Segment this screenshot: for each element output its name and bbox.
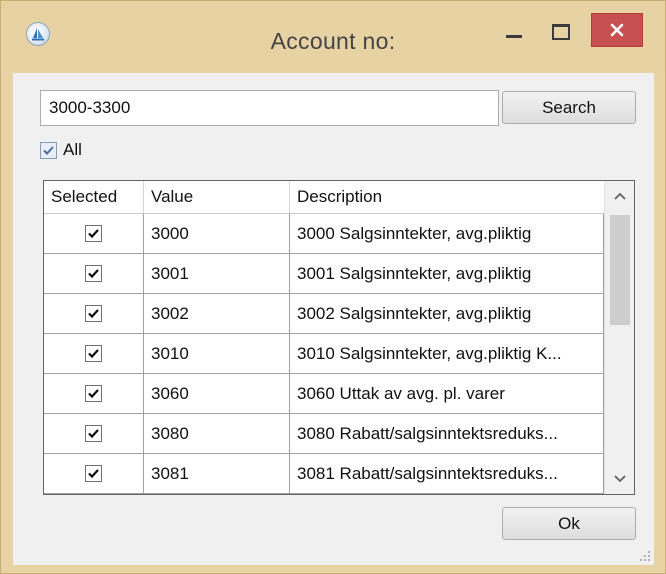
column-header-selected[interactable]: Selected [44, 181, 144, 213]
checkmark-icon [43, 145, 54, 155]
maximize-button[interactable] [541, 15, 581, 49]
row-checkbox[interactable] [85, 425, 102, 442]
row-checkbox[interactable] [85, 465, 102, 482]
table-row[interactable]: 3010 3010 Salgsinntekter, avg.pliktig K.… [44, 334, 604, 374]
checkmark-icon [88, 309, 99, 319]
minimize-icon [506, 34, 522, 38]
selected-cell[interactable] [44, 374, 144, 413]
vertical-scrollbar[interactable] [604, 181, 634, 494]
selected-cell[interactable] [44, 214, 144, 253]
row-checkbox[interactable] [85, 305, 102, 322]
table-row[interactable]: 3081 3081 Rabatt/salgsinntektsreduks... [44, 454, 604, 494]
search-button[interactable]: Search [502, 91, 636, 124]
grid-header: Selected Value Description [44, 181, 604, 214]
checkmark-icon [88, 469, 99, 479]
description-cell: 3002 Salgsinntekter, avg.pliktig [290, 294, 604, 333]
checkmark-icon [88, 229, 99, 239]
value-cell: 3010 [144, 334, 290, 373]
value-cell: 3002 [144, 294, 290, 333]
checkmark-icon [88, 429, 99, 439]
value-cell: 3000 [144, 214, 290, 253]
value-cell: 3060 [144, 374, 290, 413]
description-cell: 3080 Rabatt/salgsinntektsreduks... [290, 414, 604, 453]
selected-cell[interactable] [44, 414, 144, 453]
scrollbar-thumb[interactable] [610, 215, 630, 325]
selected-cell[interactable] [44, 334, 144, 373]
minimize-button[interactable] [494, 15, 534, 49]
search-input[interactable] [40, 90, 499, 126]
description-cell: 3000 Salgsinntekter, avg.pliktig [290, 214, 604, 253]
dialog-body: Search All Selected Value Description [13, 73, 654, 565]
description-cell: 3001 Salgsinntekter, avg.pliktig [290, 254, 604, 293]
table-row[interactable]: 3001 3001 Salgsinntekter, avg.pliktig [44, 254, 604, 294]
close-button[interactable] [591, 13, 643, 47]
resize-grip-icon[interactable] [639, 550, 651, 562]
grid-rows: 3000 3000 Salgsinntekter, avg.pliktig 30… [44, 214, 604, 494]
value-cell: 3081 [144, 454, 290, 493]
table-row[interactable]: 3000 3000 Salgsinntekter, avg.pliktig [44, 214, 604, 254]
account-dialog: Account no: Search All Selected [0, 0, 666, 574]
selected-cell[interactable] [44, 254, 144, 293]
scroll-up-button[interactable] [605, 181, 634, 211]
selected-cell[interactable] [44, 454, 144, 493]
chevron-up-icon [614, 192, 626, 200]
chevron-down-icon [614, 475, 626, 483]
title-bar[interactable]: Account no: [1, 1, 665, 71]
selected-cell[interactable] [44, 294, 144, 333]
value-cell: 3080 [144, 414, 290, 453]
checkmark-icon [88, 349, 99, 359]
row-checkbox[interactable] [85, 385, 102, 402]
column-header-description[interactable]: Description [290, 181, 604, 213]
scroll-down-button[interactable] [605, 464, 634, 494]
column-header-value[interactable]: Value [144, 181, 290, 213]
table-row[interactable]: 3080 3080 Rabatt/salgsinntektsreduks... [44, 414, 604, 454]
all-checkbox-row[interactable]: All [40, 139, 82, 161]
accounts-grid: Selected Value Description 3000 3000 Sal… [43, 180, 635, 495]
value-cell: 3001 [144, 254, 290, 293]
row-checkbox[interactable] [85, 225, 102, 242]
table-row[interactable]: 3002 3002 Salgsinntekter, avg.pliktig [44, 294, 604, 334]
checkmark-icon [88, 269, 99, 279]
all-label: All [63, 140, 82, 159]
all-checkbox[interactable] [40, 141, 57, 159]
close-icon [610, 23, 624, 37]
checkmark-icon [88, 389, 99, 399]
description-cell: 3010 Salgsinntekter, avg.pliktig K... [290, 334, 604, 373]
table-row[interactable]: 3060 3060 Uttak av avg. pl. varer [44, 374, 604, 414]
ok-button[interactable]: Ok [502, 507, 636, 540]
maximize-icon [552, 24, 570, 40]
row-checkbox[interactable] [85, 265, 102, 282]
description-cell: 3081 Rabatt/salgsinntektsreduks... [290, 454, 604, 493]
description-cell: 3060 Uttak av avg. pl. varer [290, 374, 604, 413]
row-checkbox[interactable] [85, 345, 102, 362]
